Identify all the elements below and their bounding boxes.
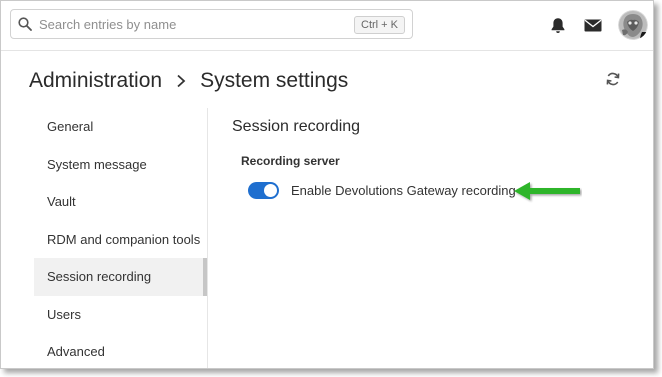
search-icon [18, 17, 32, 31]
sidebar-item-label: General [47, 119, 94, 134]
sidebar-item-session-recording[interactable]: Session recording [34, 258, 207, 296]
sidebar-item-label: RDM and companion tools [47, 231, 201, 247]
top-bar: Ctrl + K [1, 1, 653, 51]
gateway-recording-label[interactable]: Enable Devolutions Gateway recording [291, 183, 516, 198]
section-title: Session recording [232, 118, 361, 135]
avatar[interactable] [618, 10, 648, 40]
toggle-knob [264, 184, 277, 197]
sidebar-item-system-message[interactable]: System message [34, 146, 207, 184]
sidebar-item-label: System message [47, 156, 147, 172]
sidebar-item-label: Session recording [47, 269, 152, 284]
sidebar-item-users[interactable]: Users [34, 296, 207, 334]
sidebar-item-label: Users [47, 306, 81, 322]
sidebar-item-vault[interactable]: Vault [34, 183, 207, 221]
sidebar-item-label: Vault [47, 194, 76, 209]
bell-icon[interactable] [548, 15, 568, 35]
search-box[interactable]: Ctrl + K [10, 9, 413, 39]
arrow-left-icon [512, 179, 582, 203]
sidebar-divider [207, 108, 208, 368]
sidebar-item-rdm-companion-tools[interactable]: RDM and companion tools [34, 221, 207, 259]
breadcrumb-administration[interactable]: Administration [29, 69, 162, 93]
app-window: Ctrl + K [0, 0, 654, 369]
sidebar-item-general[interactable]: General [34, 108, 207, 146]
breadcrumb: Administration System settings [29, 67, 348, 95]
group-label-recording-server: Recording server [241, 154, 340, 168]
settings-sidebar: General System message Vault RDM and com… [34, 108, 207, 368]
chevron-right-icon [176, 74, 186, 88]
page-title: System settings [200, 69, 349, 92]
mail-icon[interactable] [583, 15, 603, 35]
sidebar-item-advanced[interactable]: Advanced [34, 333, 207, 368]
search-input[interactable] [39, 14, 339, 34]
sidebar-item-label: Advanced [47, 344, 105, 359]
search-shortcut-hint: Ctrl + K [354, 16, 405, 34]
gateway-recording-toggle[interactable] [248, 182, 279, 199]
refresh-icon[interactable] [605, 71, 621, 87]
